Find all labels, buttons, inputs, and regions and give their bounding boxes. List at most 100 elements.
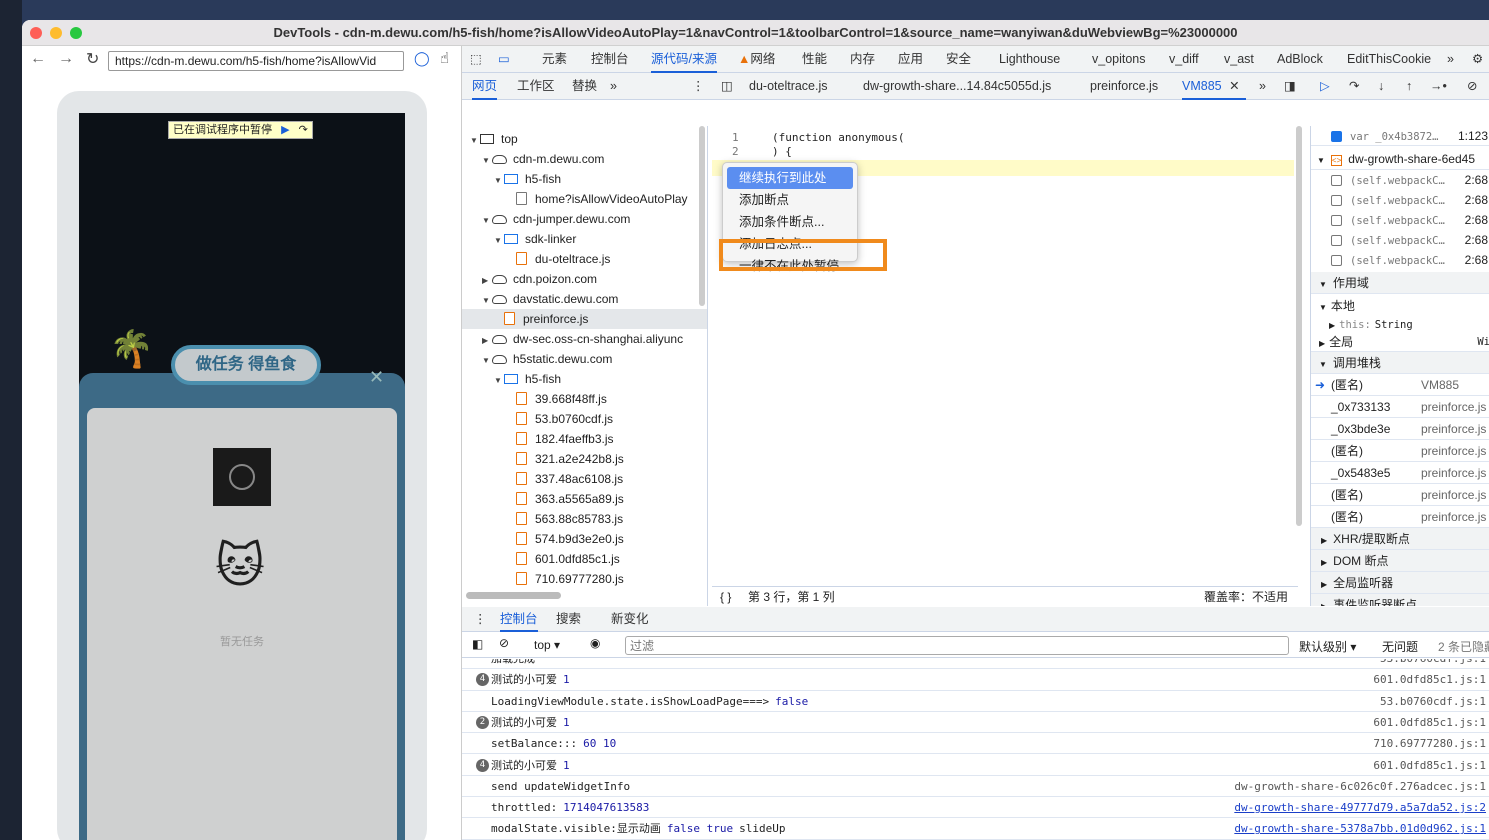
- tree-item[interactable]: ▼ cdn-m.dewu.com: [462, 149, 707, 171]
- forward-icon[interactable]: →: [58, 50, 74, 68]
- close-tab-icon[interactable]: ✕: [1229, 73, 1239, 100]
- reload-icon[interactable]: ↻: [86, 49, 99, 69]
- tree-item[interactable]: ▼ h5-fish: [462, 369, 707, 391]
- touch-icon[interactable]: ☝: [440, 49, 449, 67]
- tree-item[interactable]: 53.b0760cdf.js: [462, 409, 707, 429]
- source-link[interactable]: 53.b0760cdf.js:1: [1380, 691, 1486, 712]
- breakpoint-group[interactable]: ▼ <> dw-growth-share-6ed45: [1311, 148, 1489, 170]
- tree-item[interactable]: 563.88c85783.js: [462, 509, 707, 529]
- minimize-window-button[interactable]: [50, 27, 62, 39]
- breakpoint-checkbox[interactable]: [1331, 235, 1342, 246]
- expanded-arrow-icon[interactable]: ▼: [494, 171, 504, 191]
- tree-item[interactable]: 321.a2e242b8.js: [462, 449, 707, 469]
- tab-application[interactable]: 应用: [898, 46, 923, 73]
- tab-editthiscookie[interactable]: EditThisCookie: [1347, 46, 1431, 73]
- source-link[interactable]: 601.0dfd85c1.js:1: [1373, 712, 1486, 733]
- source-link[interactable]: 710.69777280.js:1: [1373, 733, 1486, 754]
- menu-add-breakpoint[interactable]: 添加断点: [727, 189, 853, 211]
- sidebar-toggle-icon[interactable]: ◧: [472, 637, 483, 651]
- expanded-arrow-icon[interactable]: ▼: [482, 291, 492, 311]
- sidebar-section[interactable]: ▶ 事件监听器断点: [1311, 594, 1489, 606]
- deactivate-breakpoints-icon[interactable]: ⊘: [1467, 73, 1477, 100]
- editor-tab-preinforce[interactable]: preinforce.js: [1090, 73, 1158, 100]
- mouse-icon[interactable]: ◯: [414, 50, 430, 67]
- kebab-menu-icon[interactable]: ⋮: [692, 73, 705, 100]
- inspect-icon[interactable]: ⬚: [470, 46, 482, 73]
- menu-continue-to-here[interactable]: 继续执行到此处: [727, 167, 853, 189]
- eye-icon[interactable]: ◉: [590, 636, 600, 650]
- more-nav-icon[interactable]: »: [610, 73, 617, 100]
- call-frame[interactable]: _0x733133 preinforce.js: [1311, 396, 1489, 418]
- tree-item[interactable]: preinforce.js: [462, 309, 707, 329]
- call-stack-header[interactable]: ▼ 调用堆栈: [1311, 352, 1489, 374]
- tree-item[interactable]: ▼ h5-fish: [462, 169, 707, 191]
- editor-tab-du-oteltrace[interactable]: du-oteltrace.js: [749, 73, 828, 100]
- more-tabs-icon[interactable]: »: [1447, 46, 1454, 73]
- pretty-print-icon[interactable]: { }: [720, 587, 731, 607]
- source-link[interactable]: dw-growth-share-6c026c0f.276adcec.js:1: [1234, 776, 1486, 797]
- expanded-arrow-icon[interactable]: ▼: [482, 351, 492, 371]
- step-over-icon[interactable]: ↷: [1349, 73, 1359, 100]
- tab-console[interactable]: 控制台: [591, 46, 629, 73]
- tab-sources[interactable]: 源代码/来源: [651, 46, 717, 73]
- expanded-arrow-icon[interactable]: ▼: [494, 231, 504, 251]
- drawer-menu-icon[interactable]: ⋮: [474, 607, 487, 632]
- breakpoint-item[interactable]: (self.webpackC… 2:68: [1311, 230, 1489, 250]
- expanded-arrow-icon[interactable]: ▼: [494, 371, 504, 391]
- issues-button[interactable]: 无问题: [1382, 638, 1418, 655]
- tree-item[interactable]: 337.48ac6108.js: [462, 469, 707, 489]
- source-link[interactable]: 601.0dfd85c1.js:1: [1373, 755, 1486, 776]
- code-editor[interactable]: 1 (function anonymous( 2 ) { 继续执行到此处 添加断…: [712, 126, 1302, 606]
- editor-tab-vm885[interactable]: VM885 ✕: [1182, 73, 1246, 100]
- tree-item[interactable]: du-oteltrace.js: [462, 249, 707, 269]
- source-link[interactable]: 601.0dfd85c1.js:1: [1373, 669, 1486, 690]
- breakpoint-item[interactable]: (self.webpackC… 2:68: [1311, 190, 1489, 210]
- call-frame[interactable]: (匿名) preinforce.js: [1311, 484, 1489, 506]
- step-icon[interactable]: →•: [1430, 73, 1447, 100]
- tab-v-opitons[interactable]: v_opitons: [1092, 46, 1146, 73]
- expanded-arrow-icon[interactable]: ▼: [482, 211, 492, 231]
- breakpoint-checkbox[interactable]: [1331, 175, 1342, 186]
- drawer-tab-changes[interactable]: 新变化: [611, 607, 649, 632]
- sidebar-section[interactable]: ▶ XHR/提取断点: [1311, 528, 1489, 550]
- scope-global[interactable]: ▶ 全局 Wi: [1311, 332, 1489, 352]
- breakpoint-checkbox[interactable]: [1331, 255, 1342, 266]
- tab-workspace[interactable]: 工作区: [517, 73, 555, 100]
- breakpoint-checkbox[interactable]: [1331, 195, 1342, 206]
- resume-icon[interactable]: ▷: [1320, 73, 1330, 100]
- scope-this[interactable]: ▶ this: String: [1311, 316, 1489, 332]
- tab-network[interactable]: 网络: [750, 52, 775, 66]
- tree-item[interactable]: 182.4faeffb3.js: [462, 429, 707, 449]
- source-link[interactable]: dw-growth-share-5378a7bb.01d0d962.js:1: [1234, 818, 1486, 839]
- scope-section-header[interactable]: ▼ 作用域: [1311, 272, 1489, 294]
- expanded-arrow-icon[interactable]: ▼: [482, 151, 492, 171]
- tab-page[interactable]: 网页: [472, 73, 498, 100]
- tree-item[interactable]: ▶ cdn.poizon.com: [462, 269, 707, 291]
- source-link[interactable]: dw-growth-share-49777d79.a5a7da52.js:2: [1234, 797, 1486, 818]
- call-frame[interactable]: (匿名) preinforce.js: [1311, 440, 1489, 462]
- back-icon[interactable]: ←: [30, 50, 46, 68]
- tree-item[interactable]: 39.668f48ff.js: [462, 389, 707, 409]
- collapsed-arrow-icon[interactable]: ▶: [482, 271, 492, 291]
- tree-item[interactable]: ▼ sdk-linker: [462, 229, 707, 251]
- breakpoint-checkbox[interactable]: [1331, 215, 1342, 226]
- tree-item[interactable]: 363.a5565a89.js: [462, 489, 707, 509]
- drawer-tab-console[interactable]: 控制台: [500, 607, 538, 632]
- context-select[interactable]: top ▾: [534, 638, 560, 652]
- tree-item[interactable]: home?isAllowVideoAutoPlay: [462, 189, 707, 209]
- editor-scrollbar[interactable]: [1296, 126, 1302, 526]
- zoom-window-button[interactable]: [70, 27, 82, 39]
- expanded-arrow-icon[interactable]: ▼: [470, 131, 480, 151]
- drawer-tab-search[interactable]: 搜索: [556, 607, 581, 632]
- tree-scrollbar[interactable]: [466, 592, 561, 599]
- tree-item[interactable]: 574.b9d3e2e0.js: [462, 529, 707, 549]
- step-into-icon[interactable]: ↓: [1378, 73, 1384, 100]
- tree-item[interactable]: ▼ cdn-jumper.dewu.com: [462, 209, 707, 231]
- scope-local[interactable]: ▼ 本地: [1311, 296, 1489, 316]
- tab-memory[interactable]: 内存: [850, 46, 875, 73]
- tab-v-diff[interactable]: v_diff: [1169, 46, 1199, 73]
- breakpoint-item[interactable]: (self.webpackC… 2:68: [1311, 170, 1489, 190]
- sidebar-section[interactable]: ▶ DOM 断点: [1311, 550, 1489, 572]
- log-level-select[interactable]: 默认级别 ▾: [1299, 638, 1356, 655]
- call-frame[interactable]: (匿名) preinforce.js: [1311, 506, 1489, 528]
